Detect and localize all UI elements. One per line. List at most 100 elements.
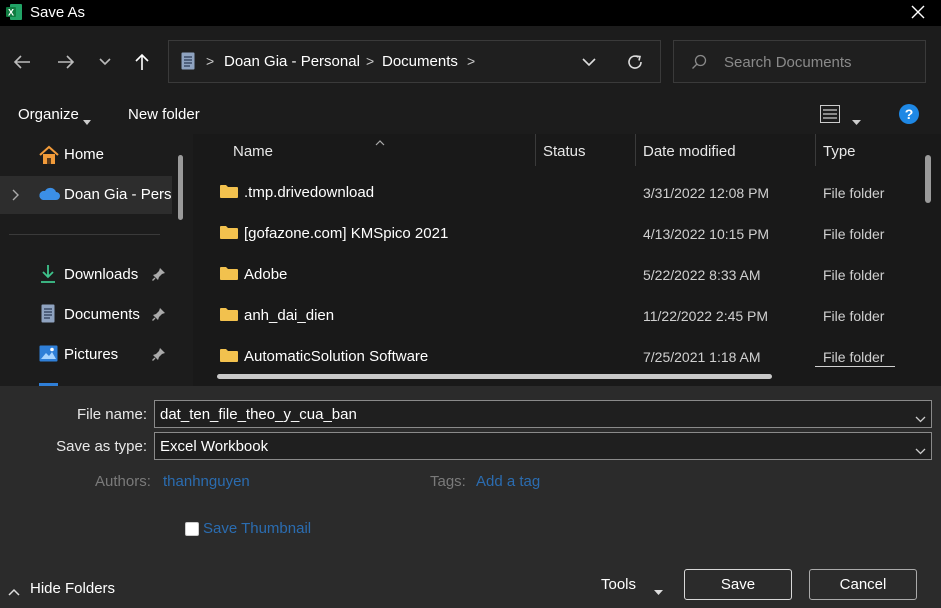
file-name[interactable]: anh_dai_dien	[244, 307, 334, 324]
tools-button[interactable]: Tools	[601, 576, 636, 593]
file-type: File folder	[823, 226, 885, 242]
cancel-button-label: Cancel	[839, 576, 887, 593]
expand-chevron-icon[interactable]	[12, 188, 20, 206]
file-name-value[interactable]: dat_ten_file_theo_y_cua_ban	[160, 406, 357, 423]
address-history-button[interactable]	[579, 54, 599, 70]
caret-down-icon	[654, 582, 663, 600]
window-title: Save As	[30, 4, 86, 21]
refresh-icon	[628, 55, 642, 69]
back-button[interactable]	[10, 50, 34, 74]
svg-text:X: X	[8, 8, 14, 18]
breadcrumb-separator: >	[467, 53, 476, 69]
close-button[interactable]	[900, 0, 936, 24]
chevron-up-icon[interactable]	[8, 583, 20, 601]
file-date: 7/25/2021 1:18 AM	[643, 349, 761, 365]
chevron-down-icon	[99, 58, 111, 66]
caret-down-icon	[83, 112, 91, 130]
vertical-scrollbar[interactable]	[925, 155, 931, 203]
chevron-down-icon[interactable]	[915, 442, 926, 460]
search-icon	[691, 54, 707, 75]
sidebar-item-pictures[interactable]: Pictures	[64, 346, 118, 363]
close-icon	[911, 5, 925, 19]
download-icon	[40, 264, 56, 289]
folder-icon	[220, 307, 238, 321]
folder-icon	[220, 348, 238, 362]
breadcrumb-item-documents[interactable]: Documents	[382, 53, 458, 70]
save-thumbnail-checkbox[interactable]	[185, 522, 199, 536]
save-type-label: Save as type:	[56, 438, 147, 455]
cancel-button[interactable]: Cancel	[809, 569, 917, 600]
document-location-icon	[181, 52, 195, 75]
picture-icon	[39, 345, 58, 367]
authors-label: Authors:	[95, 473, 151, 490]
sidebar-item-onedrive[interactable]: Doan Gia - Perso	[64, 186, 172, 203]
sort-ascending-icon	[375, 133, 385, 151]
tags-input[interactable]: Add a tag	[476, 473, 540, 490]
folder-icon	[220, 184, 238, 198]
new-folder-button[interactable]: New folder	[128, 106, 200, 123]
forward-button[interactable]	[54, 50, 78, 74]
refresh-button[interactable]	[624, 51, 646, 73]
save-type-select[interactable]: Excel Workbook	[154, 432, 932, 460]
row-underline	[815, 366, 895, 367]
column-header-date-modified[interactable]: Date modified	[643, 143, 736, 160]
search-input[interactable]: Search Documents	[724, 54, 852, 71]
pin-icon[interactable]	[152, 347, 166, 366]
column-separator[interactable]	[535, 134, 536, 166]
sidebar-item-documents[interactable]: Documents	[64, 306, 140, 323]
file-type: File folder	[823, 349, 885, 365]
file-date: 11/22/2022 2:45 PM	[643, 308, 769, 324]
title-bar	[0, 0, 941, 26]
file-name[interactable]: Adobe	[244, 266, 287, 283]
chevron-down-icon	[582, 58, 596, 66]
save-button-label: Save	[720, 576, 756, 593]
arrow-left-icon	[13, 55, 30, 69]
file-date: 3/31/2022 12:08 PM	[643, 185, 770, 201]
recent-locations-button[interactable]	[95, 52, 115, 72]
caret-down-icon	[852, 112, 861, 130]
file-date: 5/22/2022 8:33 AM	[643, 267, 761, 283]
file-name-field[interactable]: dat_ten_file_theo_y_cua_ban	[154, 400, 932, 428]
sidebar-item-home[interactable]: Home	[64, 146, 104, 163]
home-icon	[38, 145, 60, 170]
save-type-value[interactable]: Excel Workbook	[160, 438, 268, 455]
breadcrumb-separator: >	[366, 53, 375, 69]
file-type: File folder	[823, 267, 885, 283]
authors-value[interactable]: thanhnguyen	[163, 473, 250, 490]
column-header-name[interactable]: Name	[233, 143, 273, 160]
sidebar-item-downloads[interactable]: Downloads	[64, 266, 138, 283]
breadcrumb-item-personal[interactable]: Doan Gia - Personal	[224, 53, 360, 70]
document-icon	[41, 304, 55, 328]
organize-button[interactable]: Organize	[18, 106, 79, 123]
help-button[interactable]: ?	[899, 104, 919, 129]
tags-label: Tags:	[430, 473, 466, 490]
up-button[interactable]	[130, 50, 154, 74]
file-date: 4/13/2022 10:15 PM	[643, 226, 770, 242]
breadcrumb-separator: >	[206, 53, 215, 69]
save-thumbnail-label[interactable]: Save Thumbnail	[203, 520, 311, 537]
excel-icon: X	[5, 3, 23, 21]
column-header-status[interactable]: Status	[543, 143, 586, 160]
arrow-right-icon	[58, 55, 75, 69]
divider	[9, 234, 160, 235]
file-name[interactable]: AutomaticSolution Software	[244, 348, 428, 365]
pin-icon[interactable]	[152, 267, 166, 286]
horizontal-scrollbar[interactable]	[217, 374, 772, 379]
save-button[interactable]: Save	[684, 569, 792, 600]
cloud-icon	[37, 186, 61, 207]
chevron-down-icon[interactable]	[915, 410, 926, 428]
sidebar-scrollbar[interactable]	[178, 155, 183, 220]
file-name[interactable]: [gofazone.com] KMSpico 2021	[244, 225, 448, 242]
pin-icon[interactable]	[152, 307, 166, 326]
arrow-up-icon	[135, 53, 149, 70]
svg-text:?: ?	[905, 106, 914, 122]
column-header-type[interactable]: Type	[823, 143, 856, 160]
help-icon: ?	[899, 104, 919, 124]
view-options-button[interactable]	[820, 105, 840, 128]
column-separator[interactable]	[815, 134, 816, 166]
table-row[interactable]	[200, 254, 920, 294]
file-name[interactable]: .tmp.drivedownload	[244, 184, 374, 201]
column-separator[interactable]	[635, 134, 636, 166]
file-type: File folder	[823, 185, 885, 201]
hide-folders-button[interactable]: Hide Folders	[30, 580, 115, 597]
